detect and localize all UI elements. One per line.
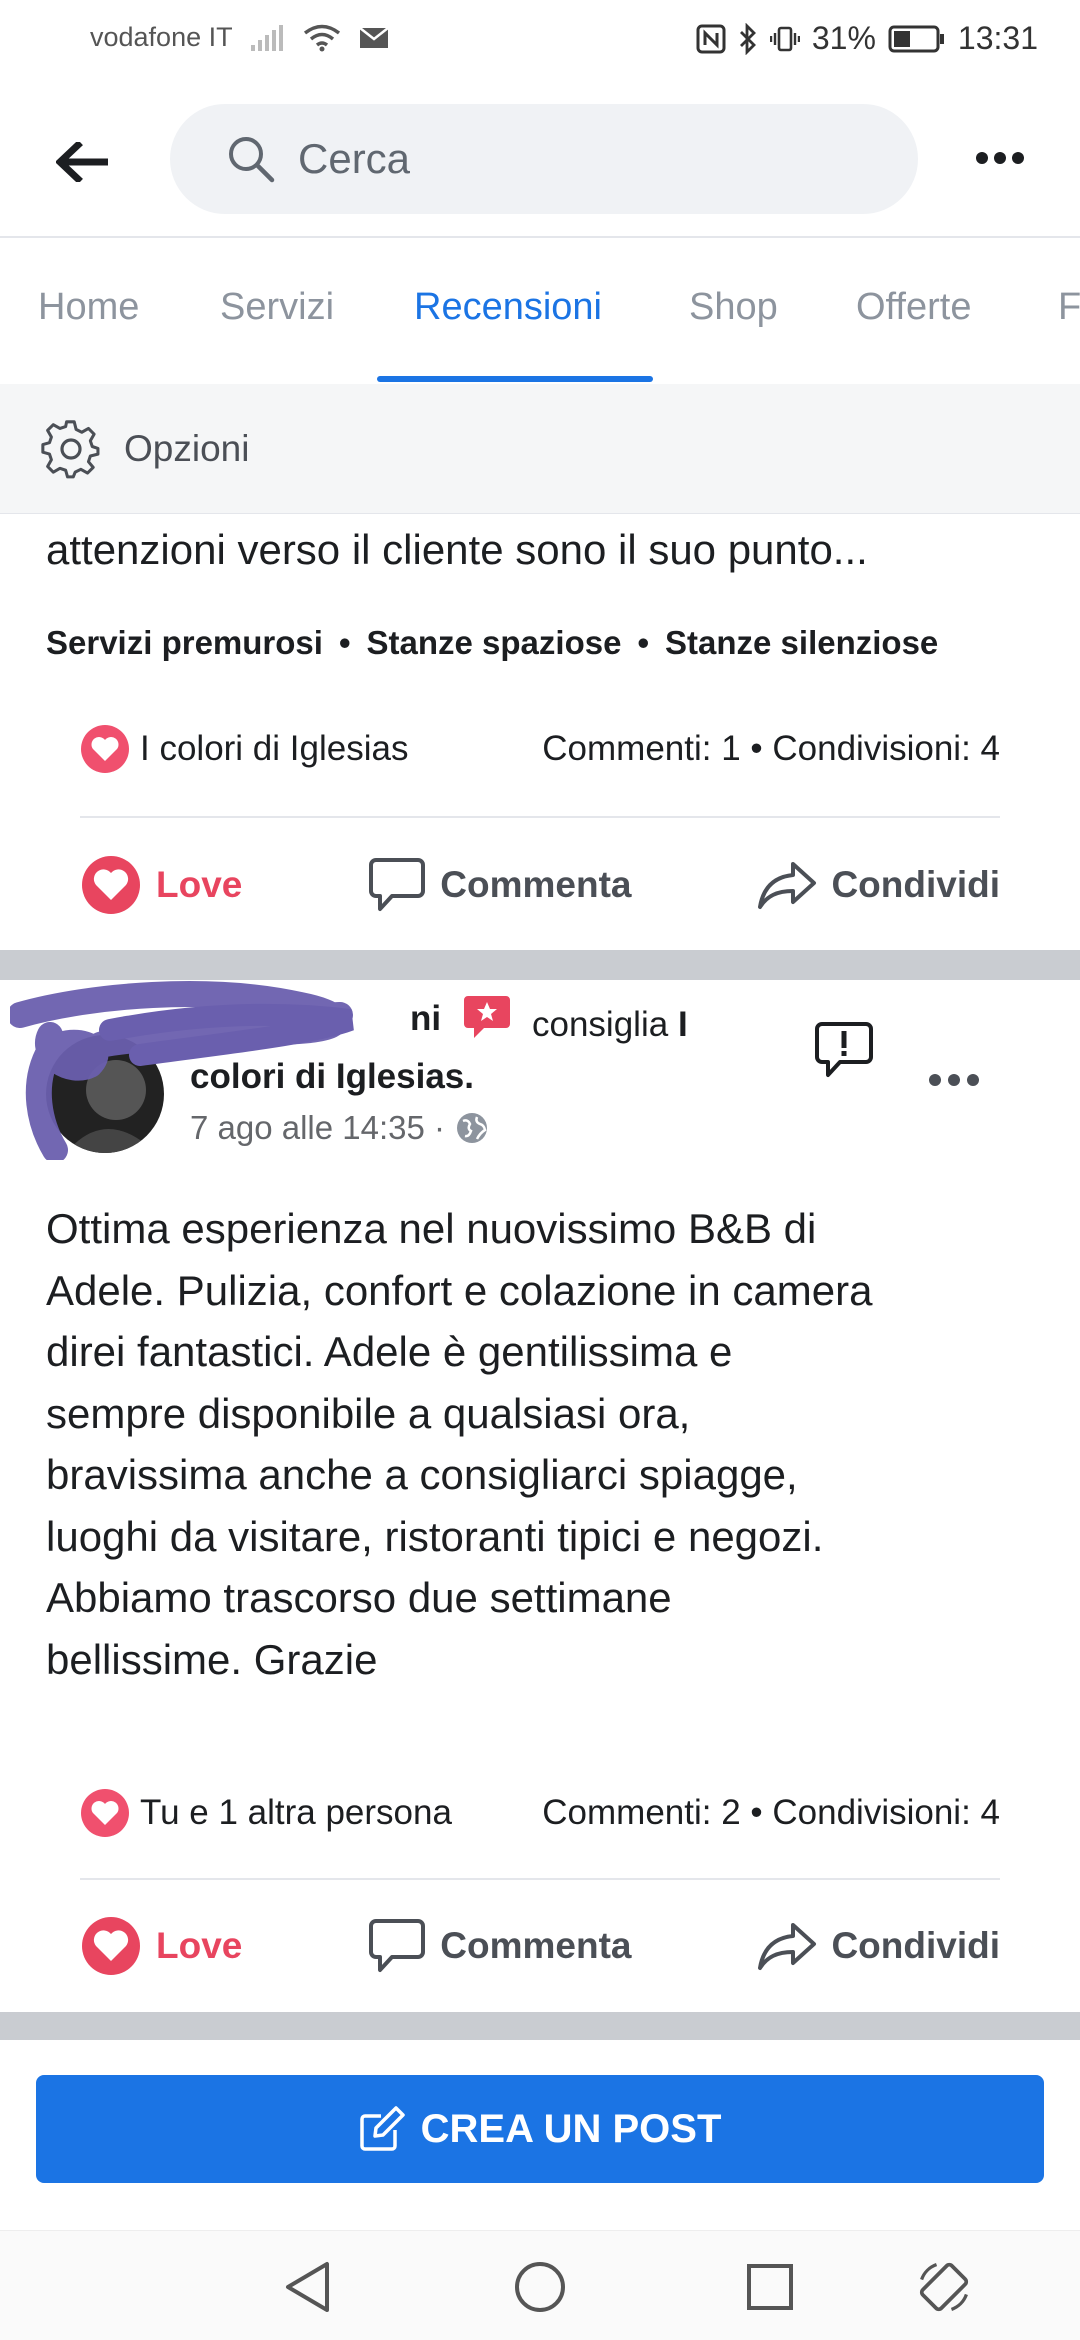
- wifi-icon: [303, 24, 341, 52]
- search-icon: [229, 137, 275, 183]
- edit-icon: [359, 2106, 405, 2151]
- tag: Stanze spaziose: [366, 624, 622, 661]
- tab-offerte[interactable]: Offerte: [856, 286, 971, 329]
- post2-header: ni consiglia I colori di Iglesias. 7 ago…: [0, 975, 1080, 1175]
- comment-share-counts[interactable]: Commenti: 1 • Condivisioni: 4: [542, 729, 1000, 769]
- divider: [80, 816, 1000, 818]
- love-icon: [82, 1917, 140, 1975]
- love-label: Love: [156, 1925, 243, 1966]
- post-timestamp[interactable]: 7 ago alle 14:35 ·: [190, 1109, 489, 1147]
- page-name-link[interactable]: colori di Iglesias.: [190, 1057, 474, 1097]
- options-bar[interactable]: Opzioni: [0, 384, 1080, 514]
- report-icon: [815, 1022, 873, 1077]
- mail-icon: [358, 26, 389, 49]
- ellipsis-icon: [976, 152, 1024, 164]
- clock: 13:31: [957, 20, 1038, 56]
- triangle-back-icon: [286, 2262, 329, 2312]
- rotate-screen-button[interactable]: [916, 2259, 972, 2315]
- tab-truncated[interactable]: F: [1058, 286, 1080, 329]
- search-header: [0, 84, 1080, 234]
- options-label: Opzioni: [124, 427, 250, 469]
- create-post-area: CREA UN POST: [0, 2040, 1080, 2230]
- share-button[interactable]: Condividi: [757, 1921, 1000, 1971]
- ellipsis-icon: [929, 1074, 979, 1086]
- bluetooth-icon: [738, 22, 758, 55]
- nfc-icon: [696, 24, 726, 54]
- tag: Servizi premurosi: [46, 624, 323, 661]
- active-tab-indicator: [377, 376, 653, 382]
- back-button[interactable]: [52, 132, 112, 192]
- recommends-label: consiglia: [532, 1005, 669, 1044]
- post2-reactions-row[interactable]: Tu e 1 altra persona Commenti: 2 • Condi…: [80, 1788, 1000, 1838]
- love-label: Love: [156, 864, 243, 905]
- page-link-start[interactable]: I: [678, 1005, 688, 1044]
- search-bar[interactable]: [170, 104, 918, 214]
- globe-icon: [457, 1113, 488, 1143]
- tag: Stanze silenziose: [665, 624, 939, 661]
- love-reaction-icon: [81, 725, 129, 773]
- share-icon: [758, 1923, 817, 1970]
- tab-recensioni[interactable]: Recensioni: [414, 286, 602, 329]
- create-post-label: CREA UN POST: [420, 2106, 722, 2151]
- recommendation-badge-icon: [462, 993, 512, 1046]
- nav-recents-button[interactable]: [742, 2259, 798, 2315]
- battery-percent: 31%: [811, 20, 876, 56]
- gear-icon: [41, 419, 100, 478]
- comment-label: Commenta: [440, 864, 632, 905]
- love-icon: [82, 856, 140, 914]
- post-more-button[interactable]: [928, 1073, 980, 1092]
- share-button[interactable]: Condividi: [757, 860, 1000, 910]
- page-tabs: Home Servizi Recensioni Shop Offerte F: [0, 236, 1080, 384]
- tab-servizi[interactable]: Servizi: [220, 286, 334, 329]
- tab-home[interactable]: Home: [38, 286, 139, 329]
- nav-home-button[interactable]: [512, 2259, 568, 2315]
- reactions-summary: Tu e 1 altra persona: [140, 1793, 452, 1832]
- signal-icon: [250, 24, 285, 51]
- reactions-summary: I colori di Iglesias: [140, 729, 409, 768]
- circle-home-icon: [515, 2262, 565, 2312]
- create-post-button[interactable]: CREA UN POST: [36, 2075, 1044, 2183]
- more-options-button[interactable]: [970, 138, 1030, 178]
- carrier-name: vodafone IT: [90, 22, 233, 52]
- love-button[interactable]: Love: [80, 1915, 242, 1977]
- arrow-left-icon: [56, 142, 108, 182]
- search-input[interactable]: [298, 135, 798, 183]
- love-reaction-icon: [81, 1789, 129, 1837]
- rotate-icon: [919, 2262, 969, 2312]
- share-label: Condividi: [831, 864, 1000, 905]
- vibrate-icon: [769, 24, 800, 54]
- report-button[interactable]: [814, 1021, 874, 1084]
- recommends-text: consiglia I: [532, 1005, 688, 1045]
- comment-button[interactable]: Commenta: [368, 1918, 632, 1974]
- love-button[interactable]: Love: [80, 854, 242, 916]
- comment-icon: [369, 858, 426, 911]
- post1-truncated-text[interactable]: attenzioni verso il cliente sono il suo …: [46, 526, 868, 574]
- battery-icon: [888, 25, 946, 53]
- share-icon: [758, 862, 817, 909]
- comment-icon: [369, 1919, 426, 1972]
- share-label: Condividi: [831, 1925, 1000, 1966]
- post1-reactions-row[interactable]: I colori di Iglesias Commenti: 1 • Condi…: [80, 724, 1000, 774]
- status-right: 31% 13:31: [696, 20, 1038, 57]
- nav-back-button[interactable]: [280, 2259, 336, 2315]
- post-separator: [0, 2012, 1080, 2042]
- square-recents-icon: [747, 2264, 793, 2310]
- post2-actions: Love Commenta Condividi: [80, 1906, 1000, 1986]
- status-left: vodafone IT: [90, 22, 389, 53]
- post1-actions: Love Commenta Condividi: [80, 845, 1000, 925]
- post-body-text: Ottima esperienza nel nuovissimo B&B di …: [46, 1205, 873, 1683]
- post1-tags: Servizi premurosi • Stanze spaziose • Stanze…: [46, 624, 939, 661]
- android-nav-bar: [0, 2230, 1080, 2340]
- timestamp-text: 7 ago alle 14:35 ·: [190, 1109, 446, 1146]
- status-bar: vodafone IT 31% 13:31: [0, 0, 1080, 84]
- comment-label: Commenta: [440, 1925, 632, 1966]
- comment-share-counts[interactable]: Commenti: 2 • Condivisioni: 4: [542, 1793, 1000, 1833]
- comment-button[interactable]: Commenta: [368, 857, 632, 913]
- divider: [80, 1878, 1000, 1880]
- tab-shop[interactable]: Shop: [689, 286, 778, 329]
